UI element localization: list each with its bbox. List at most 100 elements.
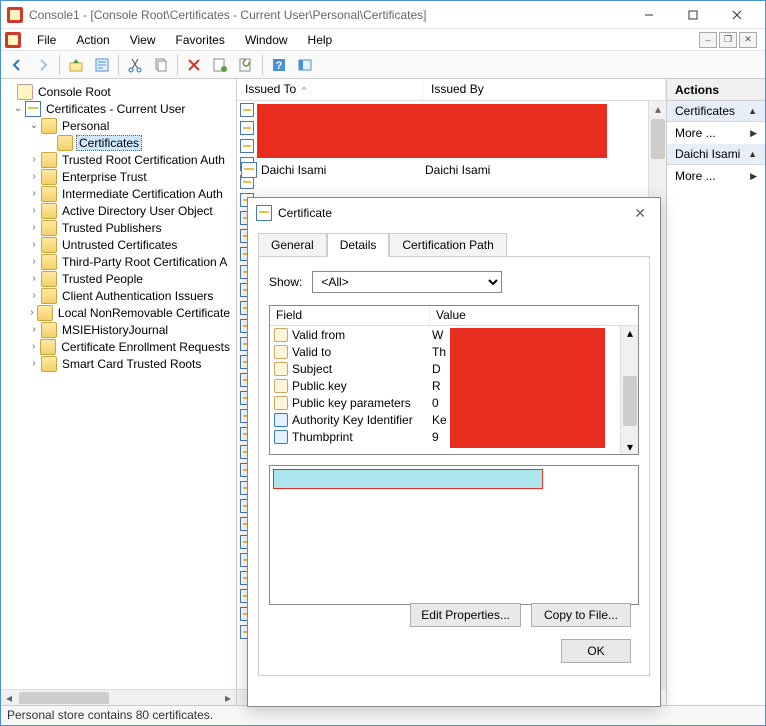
tree-item[interactable]: Trusted Root Certification Auth	[60, 153, 227, 167]
help-button[interactable]: ?	[267, 53, 291, 77]
up-button[interactable]	[64, 53, 88, 77]
mdi-restore[interactable]: ❐	[719, 32, 737, 48]
tree-hscrollbar[interactable]: ◂ ▸	[1, 689, 236, 705]
forward-button[interactable]	[31, 53, 55, 77]
fieldlist-vscrollbar[interactable]: ▴ ▾	[620, 326, 638, 454]
copy-to-file-button[interactable]: Copy to File...	[531, 603, 631, 627]
col-value[interactable]: Value	[430, 306, 472, 325]
scroll-right-icon[interactable]: ▸	[220, 690, 236, 705]
tree-item[interactable]: Enterprise Trust	[60, 170, 149, 184]
tree-item[interactable]: Intermediate Certification Auth	[60, 187, 225, 201]
field-name[interactable]: Public key	[292, 379, 432, 393]
ok-button[interactable]: OK	[561, 639, 631, 663]
expand-icon[interactable]: ⌄	[27, 120, 41, 131]
tab-general[interactable]: General	[258, 233, 327, 257]
list-header: Issued To^ Issued By	[237, 79, 666, 101]
dialog-close-button[interactable]: ✕	[628, 203, 652, 224]
minimize-button[interactable]	[627, 1, 671, 29]
delete-button[interactable]	[182, 53, 206, 77]
scroll-up-icon[interactable]: ▴	[621, 326, 639, 340]
cut-button[interactable]	[123, 53, 147, 77]
expand-icon[interactable]: ›	[27, 171, 41, 182]
scroll-left-icon[interactable]: ◂	[1, 690, 17, 705]
show-select[interactable]: <All>	[312, 271, 502, 293]
mdi-minimize[interactable]: –	[699, 32, 717, 48]
tree-console-root[interactable]: Console Root	[36, 85, 113, 99]
back-button[interactable]	[5, 53, 29, 77]
actions-section-certificates[interactable]: Certificates▲	[667, 101, 765, 122]
field-name[interactable]: Thumbprint	[292, 430, 432, 444]
cell-issued-to[interactable]: Daichi Isami	[261, 163, 425, 177]
tree-item[interactable]: Local NonRemovable Certificate	[56, 306, 232, 320]
tree-item[interactable]: Third-Party Root Certification A	[60, 255, 229, 269]
tree-item[interactable]: Client Authentication Issuers	[60, 289, 215, 303]
tab-certpath[interactable]: Certification Path	[389, 233, 506, 257]
tree-item[interactable]: MSIEHistoryJournal	[60, 323, 170, 337]
folder-icon	[41, 118, 57, 134]
tree-certificates[interactable]: Certificates	[76, 135, 142, 151]
console-root-icon	[17, 84, 33, 100]
scroll-thumb[interactable]	[623, 376, 637, 426]
field-icon	[274, 328, 288, 342]
menu-help[interactable]: Help	[298, 31, 343, 49]
expand-icon[interactable]: ›	[27, 222, 41, 233]
tree-item[interactable]: Certificate Enrollment Requests	[59, 340, 232, 354]
expand-icon[interactable]: ›	[27, 239, 41, 250]
tree-item[interactable]: Active Directory User Object	[60, 204, 215, 218]
column-issued-to[interactable]: Issued To^	[237, 79, 423, 100]
scroll-down-icon[interactable]: ▾	[621, 440, 639, 454]
menu-file[interactable]: File	[27, 31, 66, 49]
actions-more-2[interactable]: More ...▶	[667, 165, 765, 187]
scroll-thumb[interactable]	[651, 119, 665, 159]
col-field[interactable]: Field	[270, 306, 430, 325]
expand-icon[interactable]: ›	[27, 307, 37, 318]
edit-properties-button[interactable]: Edit Properties...	[410, 603, 521, 627]
folder-icon	[37, 305, 53, 321]
menu-action[interactable]: Action	[66, 31, 119, 49]
scroll-thumb[interactable]	[19, 692, 109, 704]
maximize-button[interactable]	[671, 1, 715, 29]
menu-favorites[interactable]: Favorites	[166, 31, 235, 49]
actions-more-1[interactable]: More ...▶	[667, 122, 765, 144]
field-name[interactable]: Authority Key Identifier	[292, 413, 432, 427]
refresh-button[interactable]	[234, 53, 258, 77]
expand-icon[interactable]: ›	[27, 324, 41, 335]
tree-item[interactable]: Untrusted Certificates	[60, 238, 179, 252]
field-name[interactable]: Subject	[292, 362, 432, 376]
expand-icon[interactable]: ›	[27, 205, 41, 216]
menu-window[interactable]: Window	[235, 31, 298, 49]
expand-icon[interactable]: ›	[27, 256, 41, 267]
tree-cert-user[interactable]: Certificates - Current User	[44, 102, 187, 116]
field-name[interactable]: Valid to	[292, 345, 432, 359]
chevron-right-icon: ▶	[750, 128, 757, 139]
actions-header: Actions	[667, 79, 765, 101]
tree-personal[interactable]: Personal	[60, 119, 111, 133]
detail-value-box	[269, 465, 639, 605]
tree[interactable]: Console Root ⌄Certificates - Current Use…	[1, 79, 236, 689]
copy-button[interactable]	[149, 53, 173, 77]
expand-icon[interactable]: ›	[27, 273, 41, 284]
close-button[interactable]	[715, 1, 759, 29]
mdi-close[interactable]: ✕	[739, 32, 757, 48]
expand-icon[interactable]: ›	[27, 290, 41, 301]
properties-button[interactable]	[90, 53, 114, 77]
showhide-button[interactable]	[293, 53, 317, 77]
field-name[interactable]: Public key parameters	[292, 396, 432, 410]
field-list[interactable]: Field Value Valid fromW...Valid toTh0...…	[269, 305, 639, 455]
menu-view[interactable]: View	[120, 31, 166, 49]
tree-item[interactable]: Trusted People	[60, 272, 145, 286]
expand-icon[interactable]: ›	[27, 341, 40, 352]
dialog-titlebar[interactable]: Certificate ✕	[248, 198, 660, 228]
tab-details[interactable]: Details	[327, 233, 390, 257]
expand-icon[interactable]: ⌄	[11, 103, 25, 114]
expand-icon[interactable]: ›	[27, 188, 41, 199]
scroll-up-icon[interactable]: ▴	[649, 101, 667, 117]
actions-section-item[interactable]: Daichi Isami▲	[667, 144, 765, 165]
column-issued-by[interactable]: Issued By	[423, 79, 666, 100]
expand-icon[interactable]: ›	[27, 358, 41, 369]
field-name[interactable]: Valid from	[292, 328, 432, 342]
tree-item[interactable]: Smart Card Trusted Roots	[60, 357, 203, 371]
export-button[interactable]	[208, 53, 232, 77]
expand-icon[interactable]: ›	[27, 154, 41, 165]
tree-item[interactable]: Trusted Publishers	[60, 221, 164, 235]
